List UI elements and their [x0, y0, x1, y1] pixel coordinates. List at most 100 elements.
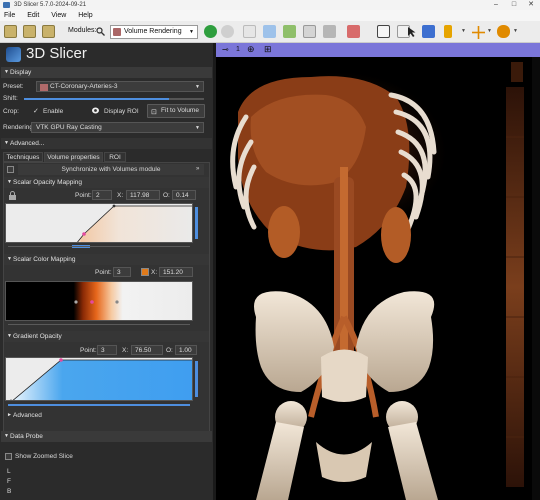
volumes-icon[interactable] [283, 25, 296, 38]
probe-coord-b: B [7, 488, 12, 495]
shift-slider-fill [24, 98, 169, 100]
gradient-opacity-header[interactable]: ▼ Gradient Opacity [4, 331, 209, 342]
opacity-point-spinbox[interactable]: 2 [92, 190, 112, 200]
slicer-logo-icon [6, 47, 21, 62]
gradient-o-label: O: [166, 347, 173, 354]
collapse-arrow-icon: ▼ [4, 140, 9, 146]
close-button[interactable]: ✕ [523, 0, 539, 10]
data-module-icon[interactable] [243, 25, 256, 38]
opacity-x-spinbox[interactable]: 117.98 [126, 190, 160, 200]
gradient-x-spinbox[interactable]: 76.50 [131, 345, 163, 355]
save-icon[interactable] [42, 25, 55, 38]
pointer-icon[interactable] [407, 26, 417, 38]
layout-icon[interactable] [347, 25, 360, 38]
scalar-color-editor[interactable] [5, 281, 193, 321]
enable-checkbox[interactable]: ✓ [33, 107, 39, 115]
minimize-button[interactable]: – [488, 0, 504, 10]
chevron-down-icon[interactable]: ▼ [487, 28, 492, 34]
color-control-point[interactable] [74, 300, 78, 304]
chevron-down-icon: ▼ [195, 125, 200, 131]
sync-checkbox[interactable] [7, 166, 14, 173]
maximize-icon[interactable]: ⊞ [264, 44, 272, 55]
title-bar: 3D Slicer 5.7.0-2024-09-21 – □ ✕ [0, 0, 540, 10]
opacity-o-spinbox[interactable]: 0.14 [172, 190, 196, 200]
3d-render-view[interactable] [216, 57, 532, 500]
color-control-point[interactable] [115, 300, 119, 304]
data-probe-header[interactable]: ▼ Data Probe [1, 431, 212, 442]
probe-coord-l: L [7, 468, 11, 475]
gradient-control-point-selected[interactable] [59, 358, 63, 362]
color-control-point-selected[interactable] [90, 300, 94, 304]
back-icon[interactable] [204, 25, 217, 38]
models-icon[interactable] [263, 25, 276, 38]
view-icon[interactable] [377, 25, 390, 38]
gradient-point-label: Point: [80, 347, 97, 354]
scalar-color-header[interactable]: ▼ Scalar Color Mapping [4, 254, 209, 265]
show-zoomed-slice-label: Show Zoomed Slice [15, 453, 73, 460]
chevron-down-icon: ▼ [189, 29, 194, 35]
shift-label: Shift: [3, 95, 18, 102]
gradient-range-slider[interactable] [195, 361, 198, 397]
maximize-button[interactable]: □ [506, 0, 522, 10]
tab-techniques[interactable]: Techniques [3, 152, 43, 162]
tab-volume-properties[interactable]: Volume properties [44, 152, 103, 162]
markups-icon[interactable] [323, 25, 336, 38]
gradient-point-spinbox[interactable]: 3 [97, 345, 117, 355]
menu-help[interactable]: Help [78, 12, 92, 19]
color-x-spinbox[interactable]: 151.20 [159, 267, 193, 277]
add-data-icon[interactable] [23, 25, 36, 38]
module-selector[interactable]: Volume Rendering ▼ [110, 25, 198, 39]
advanced-footer-header[interactable]: ► Advanced [4, 410, 209, 421]
opacity-point-label: Point: [75, 192, 92, 199]
eye-icon[interactable] [91, 106, 100, 115]
chevron-right-icon[interactable]: » [196, 166, 199, 172]
scalar-opacity-header[interactable]: ▼ Scalar Opacity Mapping [4, 177, 209, 188]
extension-icon[interactable] [497, 25, 510, 38]
menu-file[interactable]: File [4, 12, 15, 19]
lock-icon[interactable] [8, 191, 17, 200]
enable-label: Enable [43, 108, 64, 115]
color-swatch-button[interactable] [141, 268, 149, 276]
show-zoomed-slice-checkbox[interactable] [5, 453, 12, 460]
pin-icon[interactable]: ⊸ [222, 45, 229, 54]
gradient-opacity-editor[interactable] [5, 357, 193, 401]
fit-to-volume-label: Fit to Volume [161, 107, 199, 114]
fit-to-volume-button[interactable]: ⊡ Fit to Volume [147, 104, 205, 118]
preset-selector[interactable]: CT-Coronary-Arteries-3 ▼ [36, 81, 204, 92]
place-icon[interactable] [422, 25, 435, 38]
view-side-strip [532, 57, 540, 500]
chevron-down-icon[interactable]: ▼ [513, 28, 518, 34]
opacity-control-point-selected[interactable] [82, 232, 86, 236]
menu-edit[interactable]: Edit [27, 12, 39, 19]
scalar-opacity-editor[interactable] [5, 203, 193, 243]
section-title: Display [10, 69, 32, 76]
advanced-section-header[interactable]: ▼ Advanced... [1, 138, 212, 149]
display-section-header[interactable]: ▼ Display [1, 67, 212, 78]
forward-icon[interactable] [221, 25, 234, 38]
opacity-control-point[interactable] [112, 204, 116, 208]
opacity-range-slider[interactable] [195, 207, 198, 239]
section-title: Scalar Opacity Mapping [13, 179, 83, 186]
crosshair-icon[interactable] [472, 26, 485, 39]
section-title: Gradient Opacity [13, 333, 62, 340]
rendering-selector[interactable]: VTK GPU Ray Casting ▼ [31, 122, 204, 133]
segment-icon[interactable] [303, 25, 316, 38]
search-icon[interactable] [96, 27, 105, 36]
chevron-down-icon[interactable]: ▼ [461, 28, 466, 34]
center-icon[interactable]: ⊕ [247, 44, 255, 55]
section-title: Advanced... [10, 140, 45, 147]
tab-roi[interactable]: ROI [104, 152, 126, 162]
section-title: Advanced [13, 412, 42, 419]
sync-button[interactable]: Synchronize with Volumes module [18, 164, 204, 175]
gradient-o-spinbox[interactable]: 1.00 [175, 345, 197, 355]
module-panel: 3D Slicer ▼ Display Preset: CT-Coronary-… [0, 43, 213, 500]
rendering-value: VTK GPU Ray Casting [36, 124, 102, 131]
load-data-icon[interactable] [4, 25, 17, 38]
color-point-spinbox[interactable]: 3 [113, 267, 131, 277]
app-icon [3, 2, 10, 8]
window-level-icon[interactable] [444, 25, 452, 38]
app-logo: 3D Slicer [26, 45, 87, 62]
gradient-x-range-slider[interactable] [8, 404, 190, 406]
menu-view[interactable]: View [51, 12, 66, 19]
gradient-x-label: X: [122, 347, 129, 354]
